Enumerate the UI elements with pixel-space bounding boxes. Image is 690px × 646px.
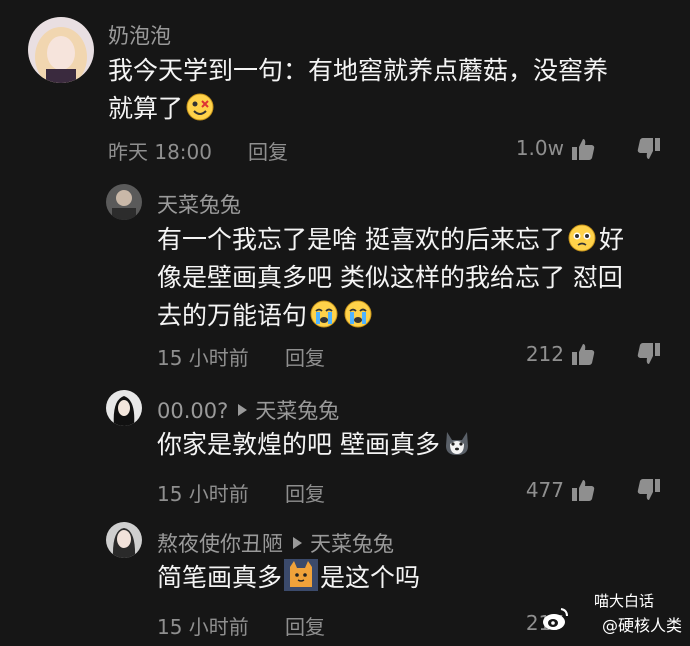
thumbs-up-icon[interactable] — [570, 136, 596, 162]
crying-face-icon — [309, 299, 339, 329]
watermark-line-1: 喵大白话 — [593, 592, 654, 610]
reply-arrow-icon — [293, 537, 302, 549]
comment-text-part: 简笔画真多 — [157, 563, 283, 592]
username: 00.00? 天菜兔兔 — [157, 395, 339, 425]
thumbs-down-icon[interactable] — [636, 477, 662, 503]
reply-to-username[interactable]: 天菜兔兔 — [310, 532, 394, 556]
reply-arrow-icon — [238, 404, 248, 416]
comment-time: 15 小时前 — [157, 346, 249, 370]
username[interactable]: 奶泡泡 — [108, 20, 171, 50]
drooling-face-icon — [185, 92, 215, 122]
comment-3: 00.00? 天菜兔兔 你家是敦煌的吧 壁画真多 15 小时前 回复 477 — [0, 380, 690, 515]
comment-2: 天菜兔兔 有一个我忘了是啥 挺喜欢的后来忘了 好 像是壁画真多吧 类似这样的我给忘… — [0, 175, 690, 375]
crying-face-icon — [343, 299, 373, 329]
reply-button[interactable]: 回复 — [285, 478, 325, 507]
comment-time: 昨天 18:00 — [108, 140, 212, 164]
comment-text: 你家是敦煌的吧 壁画真多 — [157, 426, 677, 464]
thumbs-down-icon[interactable] — [636, 136, 662, 162]
avatar[interactable] — [106, 390, 142, 426]
cat-sticker-icon — [284, 559, 319, 591]
username: 熬夜使你丑陋 天菜兔兔 — [157, 528, 394, 558]
comment-text-part: 去的万能语句 — [157, 301, 308, 330]
comment-text-part: 有一个我忘了是啥 挺喜欢的后来忘了 — [157, 225, 565, 254]
username-text[interactable]: 熬夜使你丑陋 — [157, 532, 283, 556]
comment-time: 15 小时前 — [157, 482, 249, 506]
comment-text-part: 像是壁画真多吧 类似这样的我给忘了 怼回 — [157, 263, 623, 292]
reply-button[interactable]: 回复 — [285, 611, 325, 640]
weibo-logo-icon — [542, 606, 570, 632]
avatar[interactable] — [106, 184, 142, 220]
pleading-face-icon — [567, 223, 597, 253]
avatar[interactable] — [106, 522, 142, 558]
like-count: 212 — [525, 342, 564, 366]
comment-text-part: 好 — [598, 225, 624, 254]
watermark-line-2: @硬核人类 — [601, 616, 682, 635]
like-count: 1.0w — [515, 136, 564, 160]
comment-text-part: 是这个吗 — [320, 563, 421, 592]
comment-text-part: 我今天学到一句：有地窖就养点蘑菇，没窖养 — [108, 56, 609, 85]
comment-text-part: 你家是敦煌的吧 壁画真多 — [157, 430, 440, 459]
husky-face-icon — [442, 428, 472, 458]
reply-button[interactable]: 回复 — [248, 136, 288, 165]
comment-text-part: 就算了 — [108, 94, 184, 123]
thumbs-up-icon[interactable] — [570, 341, 596, 367]
comment-1: 奶泡泡 我今天学到一句：有地窖就养点蘑菇，没窖养 就算了 昨天 18:00 回复… — [0, 0, 690, 175]
like-count: 477 — [525, 478, 564, 502]
username[interactable]: 天菜兔兔 — [157, 189, 241, 219]
watermark: 喵大白话 @硬核人类 — [542, 590, 682, 638]
thumbs-up-icon[interactable] — [570, 477, 596, 503]
comment-text: 有一个我忘了是啥 挺喜欢的后来忘了好 像是壁画真多吧 类似这样的我给忘了 怼回 … — [157, 221, 677, 335]
comment-time: 15 小时前 — [157, 615, 249, 639]
thumbs-down-icon[interactable] — [636, 341, 662, 367]
comment-text: 我今天学到一句：有地窖就养点蘑菇，没窖养 就算了 — [108, 52, 668, 128]
avatar[interactable] — [28, 17, 94, 83]
reply-button[interactable]: 回复 — [285, 342, 325, 371]
reply-to-username[interactable]: 天菜兔兔 — [255, 399, 339, 423]
username-text[interactable]: 00.00? — [157, 399, 228, 423]
